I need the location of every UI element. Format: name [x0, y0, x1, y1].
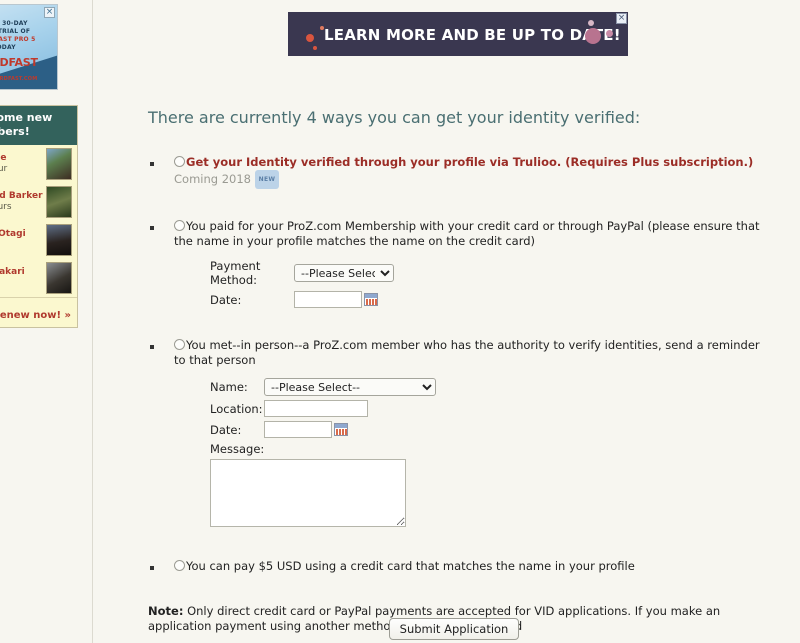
page-title: There are currently 4 ways you can get y… [148, 108, 641, 127]
sidebar-ad-line4: TODAY [0, 44, 16, 51]
avatar[interactable] [46, 148, 72, 180]
sidebar-ad-line2: FREE TRIAL OF [0, 28, 31, 35]
meet-name-select[interactable]: --Please Select-- [264, 378, 436, 396]
option-label-trulioo: Get your Identity verified through your … [186, 155, 754, 169]
option-line: You paid for your ProZ.com Membership wi… [174, 219, 760, 249]
avatar[interactable] [46, 224, 72, 256]
submit-application-button[interactable]: Submit Application [388, 618, 520, 640]
submit-row: Submit Application [148, 618, 760, 640]
top-banner-ad[interactable]: LEARN MORE AND BE UP TO DATE! × [288, 12, 628, 56]
payment-method-subform: Payment Method: --Please Select-- Date: [210, 259, 760, 308]
member-name[interactable]: Antoine [0, 153, 7, 164]
method-option-trulioo: Get your Identity verified through your … [148, 155, 760, 189]
status-badge: NEW [254, 170, 280, 189]
renew-row: Renew now! » [0, 297, 77, 327]
payment-method-select[interactable]: --Please Select-- [294, 264, 394, 282]
sidebar-ad-wordfast[interactable]: YOUR 30-DAY FREE TRIAL OF WORDFAST PRO 5… [0, 4, 58, 90]
welcome-new-members-panel: Welcome new members! Antoine one hour Ri… [0, 105, 78, 328]
list-item[interactable]: Said Bakari 1 day [0, 259, 77, 297]
radio-pay-5-usd[interactable] [174, 560, 185, 571]
member-info: Richard Barker two hours [0, 191, 43, 213]
member-time: one hour [0, 164, 8, 174]
member-name[interactable]: Richard Barker [0, 191, 43, 202]
note-label: Note: [148, 604, 184, 618]
sidebar-ad-brand: WORDFAST [0, 56, 38, 69]
option-line: You met--in person--a ProZ.com member wh… [174, 338, 760, 368]
option-label-credit-card: You paid for your ProZ.com Membership wi… [174, 219, 760, 248]
option-line: You can pay $5 USD using a credit card t… [174, 559, 760, 574]
member-time: 1 day [0, 278, 25, 289]
avatar[interactable] [46, 186, 72, 218]
page-root: YOUR 30-DAY FREE TRIAL OF WORDFAST PRO 5… [0, 0, 800, 643]
members-panel-title: Welcome new members! [0, 106, 77, 145]
meet-location-input[interactable] [264, 400, 368, 417]
member-info: Antoine one hour [0, 153, 7, 175]
method-option-credit-card: You paid for your ProZ.com Membership wi… [148, 219, 760, 308]
member-info: Said Bakari 1 day [0, 267, 25, 289]
renew-now-link[interactable]: Renew now! » [0, 310, 71, 321]
sidebar-divider [92, 0, 93, 643]
ad-dot [588, 20, 594, 26]
avatar[interactable] [46, 262, 72, 294]
ad-dot [585, 28, 601, 44]
meet-location-label: Location: [210, 401, 263, 416]
meet-message-label: Message: [210, 442, 265, 456]
list-item[interactable]: Akiko Otagi 1 day [0, 221, 77, 259]
member-time: two hours [0, 202, 12, 212]
option-line: Get your Identity verified through your … [174, 155, 760, 189]
payment-date-label: Date: [210, 292, 242, 307]
ad-dot [313, 46, 317, 50]
meet-message-textarea[interactable] [210, 459, 406, 527]
member-info: Akiko Otagi 1 day [0, 229, 26, 251]
payment-method-row: Payment Method: --Please Select-- [210, 259, 760, 287]
payment-date-row: Date: [210, 291, 760, 308]
close-icon[interactable]: × [44, 7, 55, 18]
member-name[interactable]: Akiko Otagi [0, 229, 26, 240]
meet-subform: Name: --Please Select-- Location: Date: [210, 378, 760, 531]
method-option-met-in-person: You met--in person--a ProZ.com member wh… [148, 338, 760, 531]
main-content: There are currently 4 ways you can get y… [148, 108, 760, 643]
radio-credit-card-membership[interactable] [174, 220, 185, 231]
meet-date-label: Date: [210, 422, 242, 437]
radio-trulioo[interactable] [174, 156, 185, 167]
meet-date-row: Date: [210, 421, 760, 438]
top-banner-ad-text: LEARN MORE AND BE UP TO DATE! [324, 26, 621, 44]
ad-dot [306, 34, 314, 42]
meet-name-row: Name: --Please Select-- [210, 378, 760, 396]
list-item[interactable]: Richard Barker two hours [0, 183, 77, 221]
option-label-met-in-person: You met--in person--a ProZ.com member wh… [174, 338, 760, 367]
method-option-pay-5-usd: You can pay $5 USD using a credit card t… [148, 559, 760, 574]
calendar-icon[interactable] [334, 423, 348, 436]
meet-location-row: Location: [210, 400, 760, 417]
payment-method-label: Payment Method: [210, 259, 261, 287]
verification-methods-list: Get your Identity verified through your … [148, 155, 760, 574]
calendar-icon[interactable] [364, 293, 378, 306]
meet-name-label: Name: [210, 380, 248, 394]
radio-met-in-person[interactable] [174, 339, 185, 350]
option-label-pay-5-usd: You can pay $5 USD using a credit card t… [186, 559, 635, 573]
list-item[interactable]: Antoine one hour [0, 145, 77, 183]
ad-dot [606, 30, 613, 37]
sidebar-ad-line1: YOUR 30-DAY [0, 20, 28, 27]
close-icon[interactable]: × [616, 13, 627, 24]
option-coming-soon: Coming 2018 [174, 172, 251, 186]
left-sidebar: YOUR 30-DAY FREE TRIAL OF WORDFAST PRO 5… [0, 0, 92, 643]
member-time: 1 day [0, 240, 26, 251]
member-name[interactable]: Said Bakari [0, 267, 25, 278]
payment-date-input[interactable] [294, 291, 362, 308]
sidebar-ad-line3: WORDFAST PRO 5 [0, 36, 36, 43]
sidebar-ad-url: WWW.WORDFAST.COM [0, 76, 38, 82]
meet-date-input[interactable] [264, 421, 332, 438]
